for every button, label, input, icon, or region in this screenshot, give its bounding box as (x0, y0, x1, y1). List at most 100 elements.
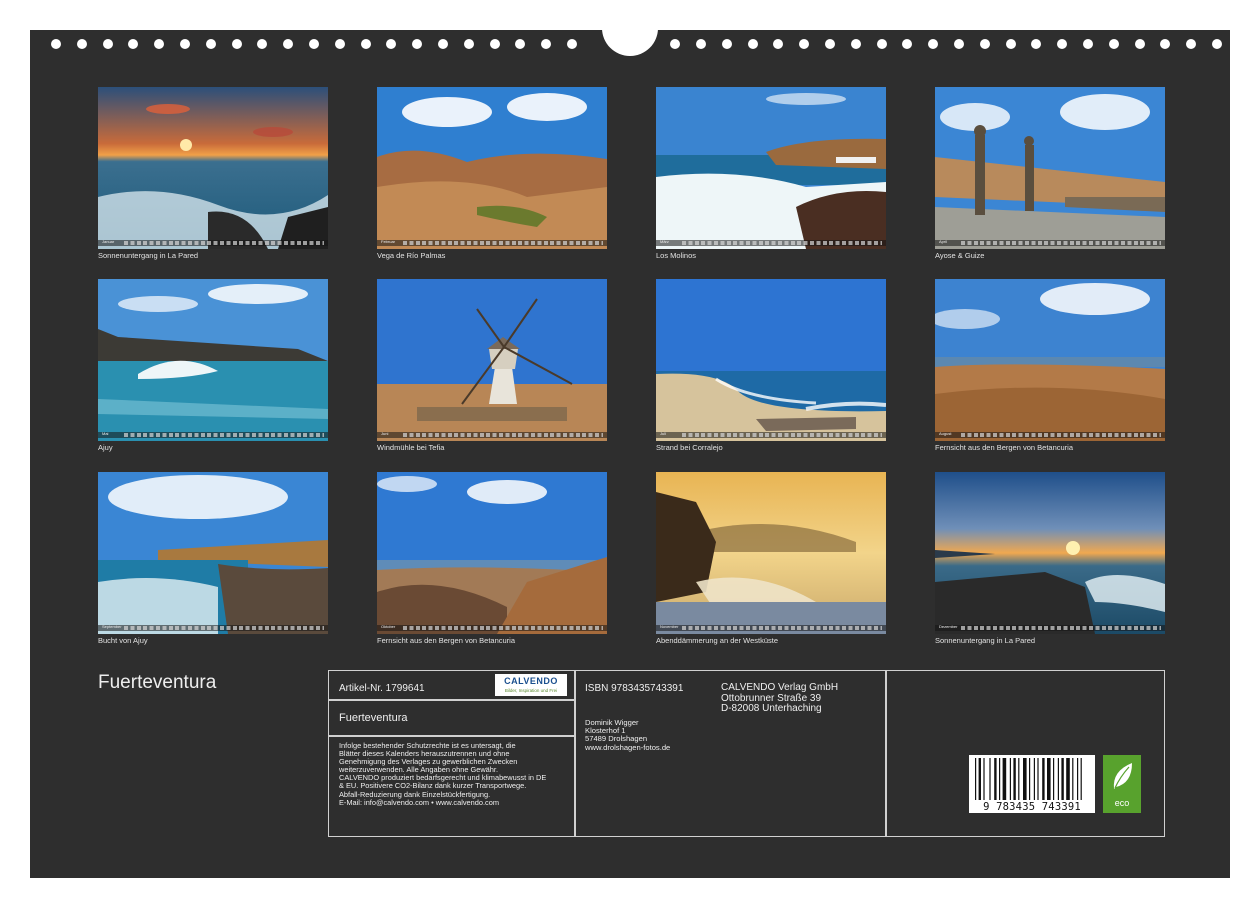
photo-march: März (656, 87, 886, 249)
publisher-address: CALVENDO Verlag GmbH Ottobrunner Straße … (721, 683, 838, 715)
photo-february: Februar (377, 87, 607, 249)
photo-caption: Ajuy (98, 443, 328, 452)
barcode-bar (1023, 758, 1027, 800)
barcode-bar (1010, 758, 1011, 800)
month-strip: Juni (377, 432, 607, 438)
binding-hole (748, 39, 758, 49)
barcode-bar (1072, 758, 1073, 800)
imprint-title: Fuerteventura (339, 712, 407, 724)
binding-hole (309, 39, 319, 49)
binding-hole (567, 39, 577, 49)
photo-caption: Strand bei Corralejo (656, 443, 886, 452)
binding-hole (954, 39, 964, 49)
binding-hole (412, 39, 422, 49)
month-strip: September (98, 625, 328, 631)
photo-caption: Fernsicht aus den Bergen von Betancuria (935, 443, 1165, 452)
month-strip: März (656, 240, 886, 246)
month-strip: Februar (377, 240, 607, 246)
month-strip: Oktober (377, 625, 607, 631)
photo-caption: Vega de Río Palmas (377, 251, 607, 260)
barcode-bar (1047, 758, 1051, 800)
photo-january: Januar (98, 87, 328, 249)
barcode-bar (983, 758, 984, 800)
binding-hole (1186, 39, 1196, 49)
barcode-bar (1013, 758, 1015, 800)
barcode-bar (1029, 758, 1030, 800)
binding-hole (1083, 39, 1093, 49)
barcode-bar (999, 758, 1000, 800)
photo-august: August (935, 279, 1165, 441)
binding-hole (515, 39, 525, 49)
logo-tagline: Bilder, Inspiration und Frei (495, 688, 567, 693)
barcode-bar (994, 758, 996, 800)
binding-hole (128, 39, 138, 49)
binding-hole (51, 39, 61, 49)
binding-hole (722, 39, 732, 49)
calvendo-logo: CALVENDO Bilder, Inspiration und Frei (495, 674, 567, 696)
binding-hole (928, 39, 938, 49)
binding-hole (773, 39, 783, 49)
binding-hole (877, 39, 887, 49)
month-strip: November (656, 625, 886, 631)
binding-hole (851, 39, 861, 49)
photo-july: Juli (656, 279, 886, 441)
barcode-bar (979, 758, 981, 800)
binding-hole (799, 39, 809, 49)
binding-hole (1109, 39, 1119, 49)
month-strip: Januar (98, 240, 328, 246)
eco-label: eco (1103, 798, 1141, 808)
month-strip: April (935, 240, 1165, 246)
binding-hole (902, 39, 912, 49)
binding-hole (670, 39, 680, 49)
barcode-bar (1003, 758, 1007, 800)
photo-april: April (935, 87, 1165, 249)
binding-hole (154, 39, 164, 49)
photo-caption: Los Molinos (656, 251, 886, 260)
binding-hole (490, 39, 500, 49)
binding-hole (180, 39, 190, 49)
binding-hole (1212, 39, 1222, 49)
author-address: Dominik Wigger Klosterhof 1 57489 Drolsh… (585, 719, 670, 752)
legal-notice: Infolge bestehender Schutzrechte ist es … (339, 742, 571, 807)
hanger-notch (602, 0, 658, 56)
binding-hole (438, 39, 448, 49)
barcode-bar (989, 758, 990, 800)
barcode-bar (1034, 758, 1035, 800)
photo-november: November (656, 472, 886, 634)
photo-caption: Sonnenuntergang in La Pared (98, 251, 328, 260)
binding-hole (283, 39, 293, 49)
barcode-bar (1066, 758, 1070, 800)
binding-hole (335, 39, 345, 49)
photo-caption: Ayose & Guize (935, 251, 1165, 260)
barcode-bar (1053, 758, 1054, 800)
imprint-box: Artikel-Nr. 1799641 CALVENDO Bilder, Ins… (328, 670, 1165, 837)
article-number: Artikel-Nr. 1799641 (339, 683, 425, 694)
binding-hole (1057, 39, 1067, 49)
binding-hole (1031, 39, 1041, 49)
photo-caption: Bucht von Ajuy (98, 636, 328, 645)
calendar-back-cover: Januar Sonnenuntergang in La Pared Febru… (30, 30, 1230, 878)
logo-brand: CALVENDO (495, 676, 567, 686)
binding-hole (980, 39, 990, 49)
photo-june: Juni (377, 279, 607, 441)
binding-hole (232, 39, 242, 49)
barcode-bar (1058, 758, 1059, 800)
barcode-bar (1061, 758, 1063, 800)
photo-caption: Sonnenuntergang in La Pared (935, 636, 1165, 645)
binding-hole (386, 39, 396, 49)
barcode-bar (1018, 758, 1019, 800)
barcode-bars (973, 758, 1091, 800)
month-strip: August (935, 432, 1165, 438)
binding-hole (257, 39, 267, 49)
barcode-bar (1081, 758, 1082, 800)
month-strip: Dezember (935, 625, 1165, 631)
binding-hole (541, 39, 551, 49)
photo-may: Mai (98, 279, 328, 441)
binding-hole (696, 39, 706, 49)
photo-caption: Fernsicht aus den Bergen von Betancuria (377, 636, 607, 645)
calendar-title: Fuerteventura (98, 672, 216, 694)
photo-caption: Abenddämmerung an der Westküste (656, 636, 886, 645)
barcode: 9 783435 743391 (969, 755, 1095, 813)
binding-hole (1135, 39, 1145, 49)
barcode-bar (975, 758, 976, 800)
